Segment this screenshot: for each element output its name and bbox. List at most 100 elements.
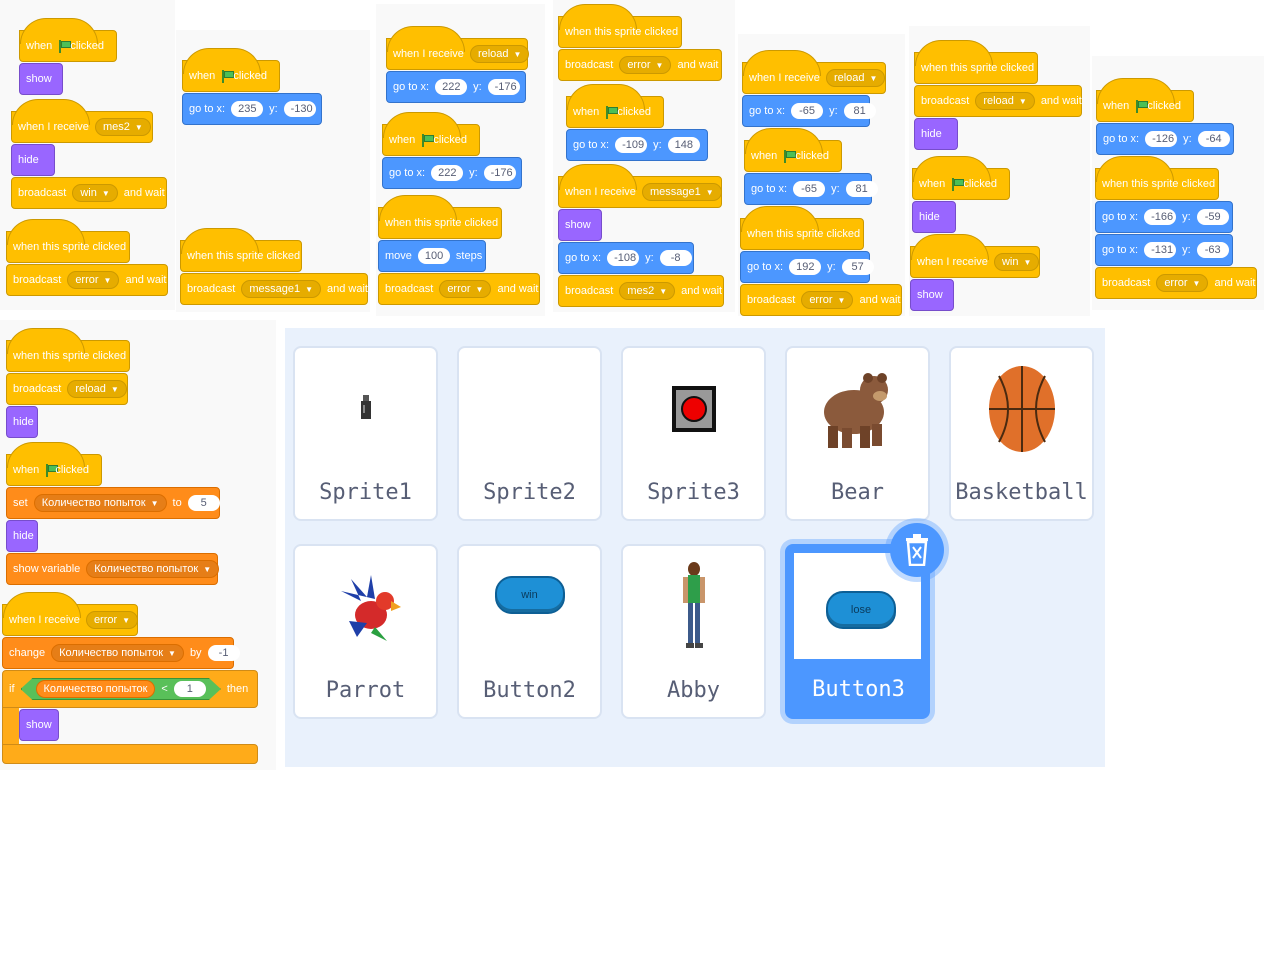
- hide-block[interactable]: hide: [914, 118, 958, 150]
- when-flag-clicked-block[interactable]: when clicked: [566, 84, 664, 128]
- script-green-flag-hide[interactable]: when clicked hide: [912, 154, 1010, 234]
- x-input[interactable]: -109: [615, 137, 648, 153]
- variable-reporter[interactable]: Количество попыток: [36, 680, 156, 698]
- sprite-tile-sprite1[interactable]: Sprite1: [293, 346, 438, 521]
- when-i-receive-block[interactable]: when I receive error ▼: [2, 592, 139, 636]
- script-green-flag-show[interactable]: when clicked show: [19, 16, 117, 96]
- compare-input[interactable]: 1: [174, 681, 206, 697]
- message-dropdown[interactable]: win ▼: [72, 184, 118, 202]
- broadcast-and-wait-block[interactable]: broadcast reload ▼ and wait: [914, 85, 1082, 117]
- when-flag-clicked-block[interactable]: when clicked: [912, 156, 1010, 200]
- script-sprite-clicked-reload[interactable]: when this sprite clicked broadcast reload…: [6, 326, 130, 439]
- change-variable-block[interactable]: change Количество попыток ▼ by -1: [2, 637, 240, 669]
- broadcast-and-wait-block[interactable]: broadcast reload ▼: [6, 373, 128, 405]
- y-input[interactable]: -64: [1197, 131, 1230, 147]
- go-to-xy-block[interactable]: go to x: -166 y: -59: [1095, 201, 1233, 233]
- go-to-xy-block[interactable]: go to x: 192 y: 57: [740, 251, 874, 283]
- message-dropdown[interactable]: reload ▼: [975, 92, 1035, 110]
- when-i-receive-block[interactable]: when I receive message1 ▼: [558, 164, 722, 208]
- y-input[interactable]: -176: [483, 165, 516, 181]
- when-flag-clicked-block[interactable]: when clicked: [182, 48, 280, 92]
- when-sprite-clicked-block[interactable]: when this sprite clicked: [558, 4, 682, 48]
- variable-dropdown[interactable]: Количество попыток ▼: [51, 644, 184, 662]
- x-input[interactable]: 222: [435, 79, 468, 95]
- show-block[interactable]: show: [558, 209, 602, 241]
- y-input[interactable]: -130: [283, 101, 316, 117]
- go-to-xy-block[interactable]: go to x: -65 y: 81: [742, 95, 876, 127]
- x-input[interactable]: -108: [607, 250, 640, 266]
- steps-input[interactable]: 100: [417, 248, 450, 264]
- hide-block[interactable]: hide: [912, 201, 956, 233]
- broadcast-and-wait-block[interactable]: broadcast error ▼ and wait: [6, 264, 168, 296]
- go-to-xy-block[interactable]: go to x: 222 y: -176: [386, 71, 526, 103]
- x-input[interactable]: 222: [431, 165, 464, 181]
- hide-block[interactable]: hide: [6, 406, 38, 438]
- when-i-receive-block[interactable]: when I receive mes2 ▼: [11, 99, 153, 143]
- broadcast-and-wait-block[interactable]: broadcast mes2 ▼ and wait: [558, 275, 724, 307]
- message-dropdown[interactable]: win ▼: [993, 253, 1040, 271]
- hide-block[interactable]: hide: [11, 144, 55, 176]
- message-dropdown[interactable]: reload ▼: [469, 45, 530, 63]
- go-to-xy-block[interactable]: go to x: -126 y: -64: [1096, 123, 1234, 155]
- when-flag-clicked-block[interactable]: when clicked: [744, 128, 842, 172]
- message-dropdown[interactable]: reload ▼: [825, 69, 886, 87]
- y-input[interactable]: -176: [487, 79, 520, 95]
- when-flag-clicked-block[interactable]: when clicked: [382, 112, 480, 156]
- show-variable-block[interactable]: show variable Количество попыток ▼: [6, 553, 220, 585]
- script-receive-reload[interactable]: when I receive reload ▼ go to x: 222 y: -176: [386, 24, 530, 104]
- show-block[interactable]: show: [910, 279, 954, 311]
- script-receive-reload[interactable]: when I receive reload ▼ go to x: -65 y: 81: [742, 48, 886, 128]
- if-then-block[interactable]: if Количество попыток <1 then: [2, 670, 258, 708]
- script-green-flag-goto[interactable]: when clicked go to x: -126 y: -64: [1096, 76, 1234, 156]
- message-dropdown[interactable]: reload ▼: [67, 380, 127, 398]
- script-sprite-clicked-move[interactable]: when this sprite clicked move 100 steps br…: [378, 193, 540, 306]
- script-green-flag-goto[interactable]: when clicked go to x: -65 y: 81: [744, 126, 878, 206]
- script-sprite-clicked-goto[interactable]: when this sprite clicked go to x: -166 y: -…: [1095, 154, 1257, 300]
- by-input[interactable]: -1: [207, 645, 240, 661]
- when-sprite-clicked-block[interactable]: when this sprite clicked: [6, 328, 130, 372]
- x-input[interactable]: -166: [1144, 209, 1177, 225]
- when-i-receive-block[interactable]: when I receive win ▼: [910, 234, 1040, 278]
- y-input[interactable]: -59: [1196, 209, 1229, 225]
- script-sprite-clicked-goto[interactable]: when this sprite clicked go to x: 192 y: 57…: [740, 204, 902, 317]
- move-steps-block[interactable]: move 100 steps: [378, 240, 486, 272]
- when-sprite-clicked-block[interactable]: when this sprite clicked: [378, 195, 502, 239]
- sprite-tile-sprite3[interactable]: Sprite3: [621, 346, 766, 521]
- less-than-operator[interactable]: Количество попыток <1: [21, 678, 221, 700]
- message-dropdown[interactable]: message1 ▼: [641, 183, 722, 201]
- x-input[interactable]: -65: [793, 181, 826, 197]
- script-green-flag-set-variable[interactable]: when clicked set Количество попыток ▼ to 5 hi…: [6, 440, 220, 586]
- broadcast-and-wait-block[interactable]: broadcast win ▼ and wait: [11, 177, 167, 209]
- script-receive-win[interactable]: when I receive win ▼ show: [910, 232, 1040, 312]
- message-dropdown[interactable]: mes2 ▼: [619, 282, 676, 300]
- when-sprite-clicked-block[interactable]: when this sprite clicked: [180, 228, 302, 272]
- delete-sprite-button[interactable]: [890, 523, 944, 577]
- broadcast-and-wait-block[interactable]: broadcast message1 ▼ and wait: [180, 273, 368, 305]
- go-to-xy-block[interactable]: go to x: -109 y: 148: [566, 129, 708, 161]
- go-to-xy-block[interactable]: go to x: -108 y: -8: [558, 242, 694, 274]
- message-dropdown[interactable]: error ▼: [1156, 274, 1209, 292]
- variable-dropdown[interactable]: Количество попыток ▼: [33, 494, 167, 512]
- when-sprite-clicked-block[interactable]: when this sprite clicked: [6, 219, 130, 263]
- script-receive-message1[interactable]: when I receive message1 ▼ show go to x: -10…: [558, 162, 724, 308]
- message-dropdown[interactable]: error ▼: [67, 271, 120, 289]
- set-variable-block[interactable]: set Количество попыток ▼ to 5: [6, 487, 220, 519]
- when-i-receive-block[interactable]: when I receive reload ▼: [742, 50, 886, 94]
- when-sprite-clicked-block[interactable]: when this sprite clicked: [1095, 156, 1219, 200]
- broadcast-and-wait-block[interactable]: broadcast error ▼ and wait: [378, 273, 540, 305]
- sprite-tile-basketball[interactable]: Basketball: [949, 346, 1094, 521]
- go-to-xy-block[interactable]: go to x: -131 y: -63: [1095, 234, 1233, 266]
- when-flag-clicked-block[interactable]: when clicked: [1096, 78, 1194, 122]
- variable-dropdown[interactable]: Количество попыток ▼: [86, 560, 220, 578]
- script-sprite-clicked-message1[interactable]: when this sprite clicked broadcast messag…: [180, 226, 368, 306]
- y-input[interactable]: 148: [667, 137, 700, 153]
- message-dropdown[interactable]: error ▼: [85, 611, 139, 629]
- y-input[interactable]: 81: [843, 103, 876, 119]
- x-input[interactable]: 192: [789, 259, 822, 275]
- x-input[interactable]: -65: [791, 103, 824, 119]
- show-block[interactable]: show: [19, 63, 63, 95]
- sprite-tile-button2[interactable]: win Button2: [457, 544, 602, 719]
- y-input[interactable]: 81: [845, 181, 878, 197]
- message-dropdown[interactable]: message1 ▼: [241, 280, 321, 298]
- show-block[interactable]: show: [19, 709, 59, 741]
